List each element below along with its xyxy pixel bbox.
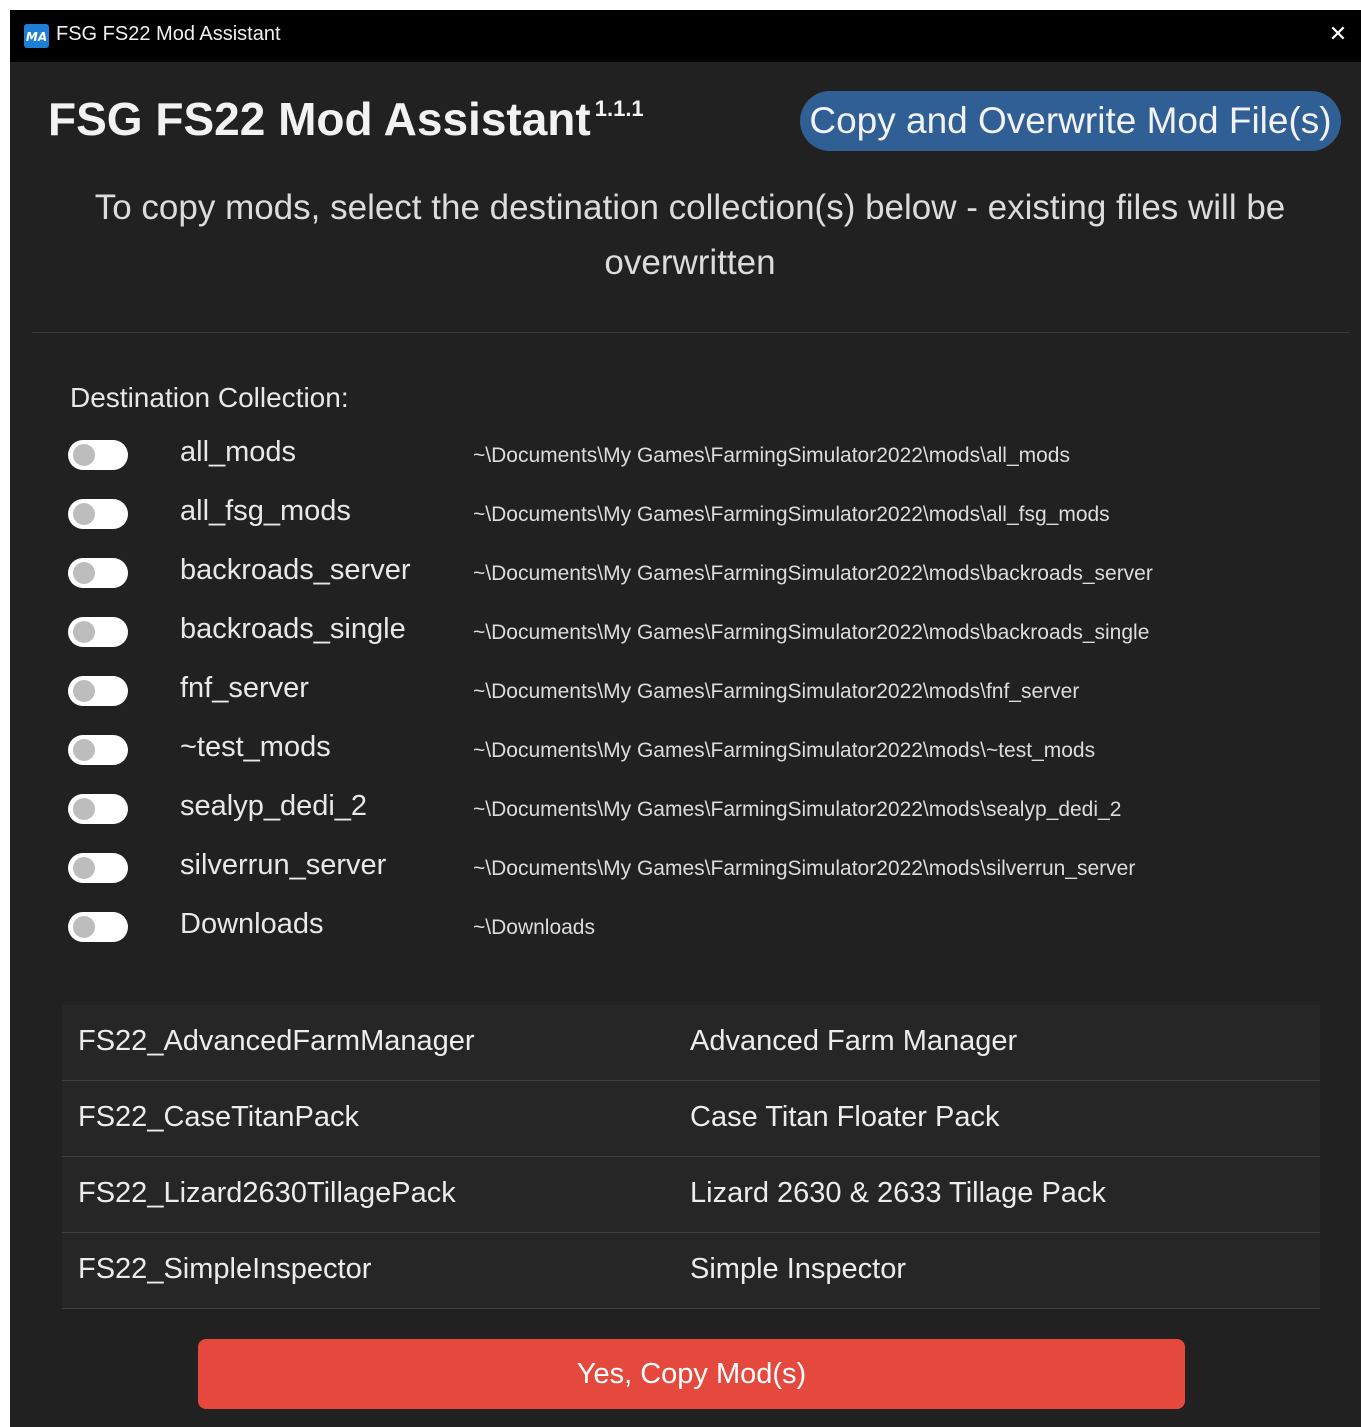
- collection-path: ~\Downloads: [473, 916, 595, 939]
- toggle-knob: [73, 680, 95, 702]
- destination-row: sealyp_dedi_2 ~\Documents\My Games\Farmi…: [68, 784, 1308, 843]
- collection-toggle-backroads-server[interactable]: [68, 558, 128, 588]
- divider: [32, 332, 1349, 333]
- collection-name: ~test_mods: [180, 731, 331, 763]
- toggle-knob: [73, 857, 95, 879]
- toggle-knob: [73, 621, 95, 643]
- destination-list: all_mods ~\Documents\My Games\FarmingSim…: [68, 430, 1308, 961]
- mod-title: Advanced Farm Manager: [690, 1025, 1018, 1057]
- collection-path: ~\Documents\My Games\FarmingSimulator202…: [473, 798, 1122, 821]
- destination-row: all_mods ~\Documents\My Games\FarmingSim…: [68, 430, 1308, 489]
- collection-path: ~\Documents\My Games\FarmingSimulator202…: [473, 680, 1080, 703]
- collection-name: all_fsg_mods: [180, 495, 351, 527]
- window-title: FSG FS22 Mod Assistant: [56, 23, 281, 45]
- toggle-knob: [73, 739, 95, 761]
- collection-path: ~\Documents\My Games\FarmingSimulator202…: [473, 739, 1096, 762]
- collection-path: ~\Documents\My Games\FarmingSimulator202…: [473, 621, 1150, 644]
- mod-title: Lizard 2630 & 2633 Tillage Pack: [690, 1177, 1106, 1209]
- mods-to-copy-table: FS22_AdvancedFarmManager Advanced Farm M…: [62, 1005, 1320, 1309]
- collection-toggle-fnf-server[interactable]: [68, 676, 128, 706]
- mod-title: Case Titan Floater Pack: [690, 1101, 1000, 1133]
- app-name: FSG FS22 Mod Assistant: [48, 93, 591, 145]
- collection-name: all_mods: [180, 436, 297, 468]
- mod-file-name: FS22_SimpleInspector: [78, 1253, 372, 1285]
- action-title-badge: Copy and Overwrite Mod File(s): [800, 91, 1341, 151]
- collection-name: sealyp_dedi_2: [180, 790, 368, 822]
- toggle-knob: [73, 444, 95, 466]
- collection-path: ~\Documents\My Games\FarmingSimulator202…: [473, 562, 1153, 585]
- instructions-text: To copy mods, select the destination col…: [94, 188, 1286, 282]
- table-row: FS22_SimpleInspector Simple Inspector: [62, 1233, 1320, 1309]
- toggle-knob: [73, 562, 95, 584]
- collection-toggle-all-mods[interactable]: [68, 440, 128, 470]
- title-bar: MA FSG FS22 Mod Assistant ✕: [10, 10, 1361, 62]
- app-heading: FSG FS22 Mod Assistant 1.1.1: [48, 92, 644, 146]
- modal-window: MA FSG FS22 Mod Assistant ✕ FSG FS22 Mod…: [10, 10, 1361, 1427]
- collection-path: ~\Documents\My Games\FarmingSimulator202…: [473, 444, 1070, 467]
- toggle-knob: [73, 916, 95, 938]
- collection-name: backroads_server: [180, 554, 411, 586]
- collection-toggle-all-fsg-mods[interactable]: [68, 499, 128, 529]
- mod-title: Simple Inspector: [690, 1253, 906, 1285]
- mod-file-name: FS22_CaseTitanPack: [78, 1101, 360, 1133]
- collection-name: backroads_single: [180, 613, 406, 645]
- destination-row: all_fsg_mods ~\Documents\My Games\Farmin…: [68, 489, 1308, 548]
- mod-file-name: FS22_Lizard2630TillagePack: [78, 1177, 456, 1209]
- app-version: 1.1.1: [594, 96, 644, 121]
- destination-row: Downloads ~\Downloads: [68, 902, 1308, 961]
- destination-row: ~test_mods ~\Documents\My Games\FarmingS…: [68, 725, 1308, 784]
- table-row: FS22_Lizard2630TillagePack Lizard 2630 &…: [62, 1157, 1320, 1233]
- collection-toggle-backroads-single[interactable]: [68, 617, 128, 647]
- destination-row: backroads_server ~\Documents\My Games\Fa…: [68, 548, 1308, 607]
- toggle-knob: [73, 503, 95, 525]
- collection-toggle-silverrun-server[interactable]: [68, 853, 128, 883]
- collection-toggle-sealyp-dedi-2[interactable]: [68, 794, 128, 824]
- collection-name: silverrun_server: [180, 849, 387, 881]
- collection-path: ~\Documents\My Games\FarmingSimulator202…: [473, 857, 1136, 880]
- collection-name: fnf_server: [180, 672, 309, 704]
- destination-row: silverrun_server ~\Documents\My Games\Fa…: [68, 843, 1308, 902]
- app-logo-icon: MA: [24, 24, 49, 48]
- destination-collection-label: Destination Collection:: [70, 382, 349, 413]
- table-row: FS22_AdvancedFarmManager Advanced Farm M…: [62, 1005, 1320, 1081]
- destination-row: fnf_server ~\Documents\My Games\FarmingS…: [68, 666, 1308, 725]
- close-icon[interactable]: ✕: [1323, 20, 1353, 50]
- collection-toggle-downloads[interactable]: [68, 912, 128, 942]
- yes-copy-mods-button[interactable]: Yes, Copy Mod(s): [198, 1339, 1185, 1409]
- collection-path: ~\Documents\My Games\FarmingSimulator202…: [473, 503, 1110, 526]
- mod-file-name: FS22_AdvancedFarmManager: [78, 1025, 475, 1057]
- collection-toggle-test-mods[interactable]: [68, 735, 128, 765]
- collection-name: Downloads: [180, 908, 324, 940]
- toggle-knob: [73, 798, 95, 820]
- table-row: FS22_CaseTitanPack Case Titan Floater Pa…: [62, 1081, 1320, 1157]
- destination-row: backroads_single ~\Documents\My Games\Fa…: [68, 607, 1308, 666]
